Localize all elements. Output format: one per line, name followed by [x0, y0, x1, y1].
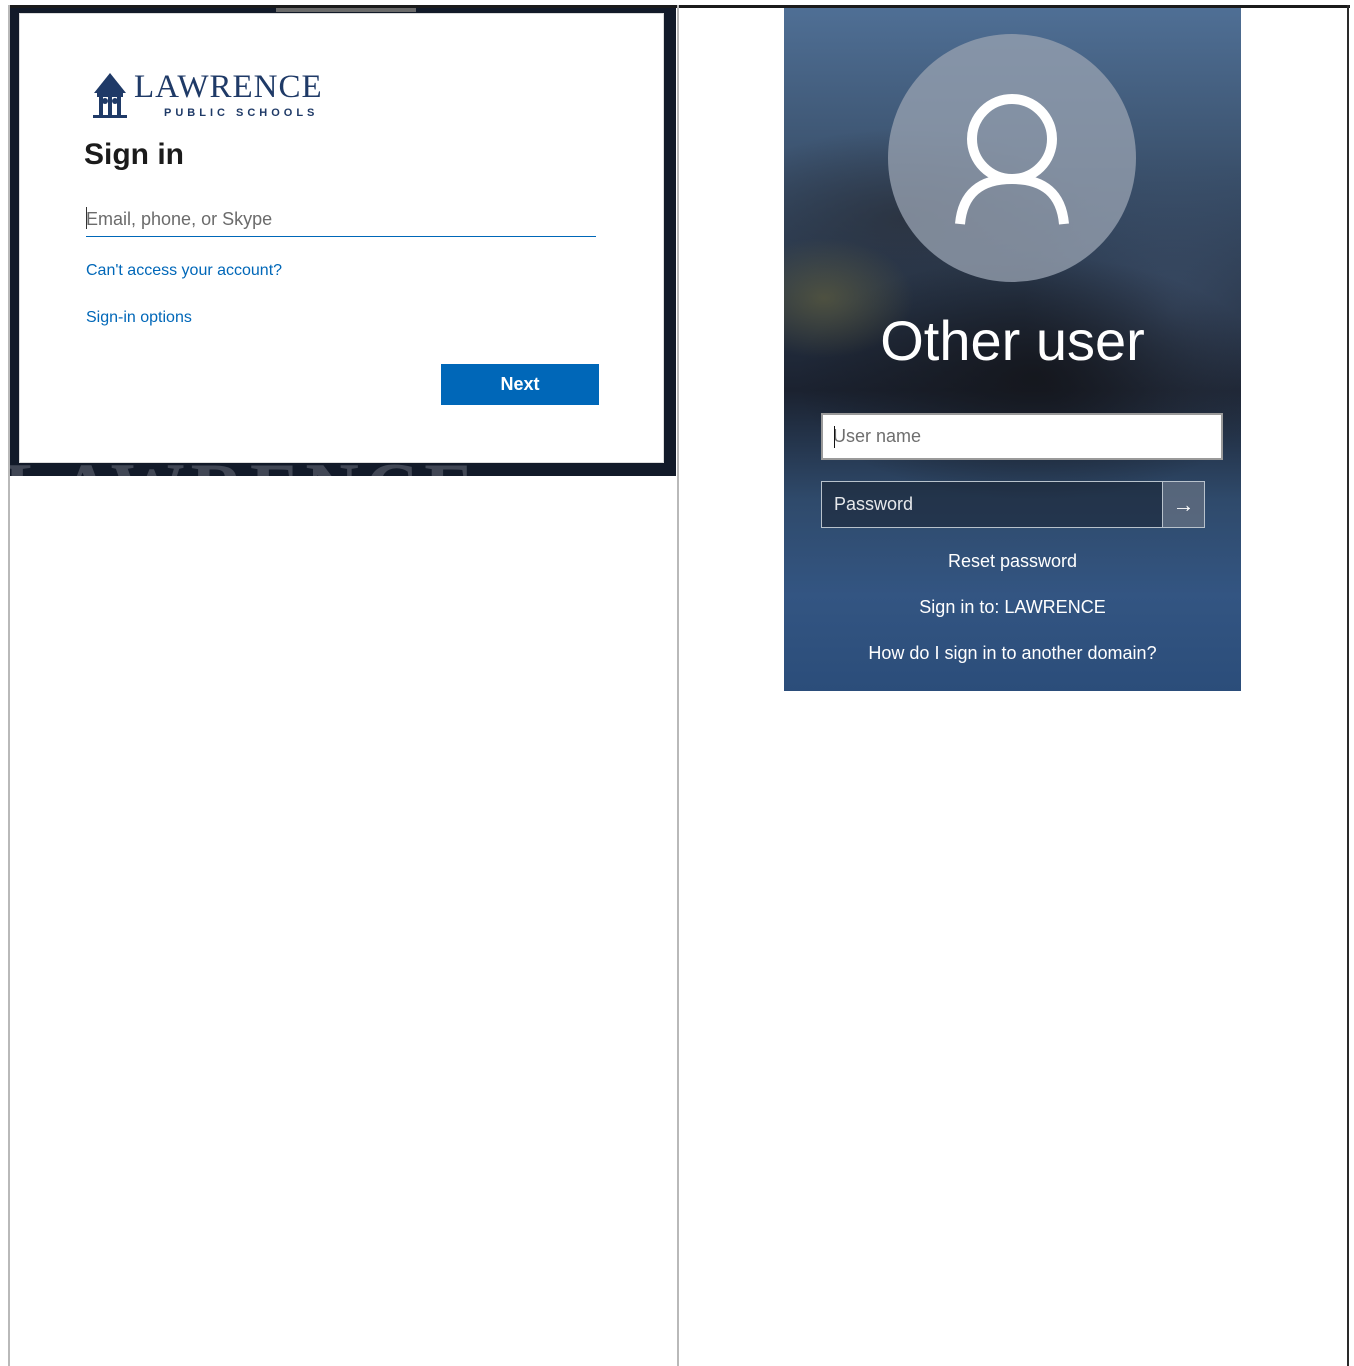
text-cursor: [834, 426, 835, 448]
logo-wordmark: LAWRENCE: [134, 69, 323, 105]
windows-login-panel: Other user → Reset password Sign in to: …: [784, 8, 1241, 691]
other-user-title: Other user: [880, 309, 1145, 372]
next-button[interactable]: Next: [441, 364, 599, 405]
table-middle-divider: [677, 5, 679, 1366]
signin-title: Sign in: [84, 138, 184, 171]
ms-signin-card: LAWRENCE PUBLIC SCHOOLS Sign in Can't ac…: [19, 13, 664, 463]
background-strip: [276, 8, 416, 12]
username-input[interactable]: [821, 413, 1223, 460]
logo-subtitle: PUBLIC SCHOOLS: [164, 107, 319, 119]
user-avatar: [888, 34, 1136, 282]
cant-access-account-link[interactable]: Can't access your account?: [86, 262, 282, 280]
lawrence-logo: LAWRENCE PUBLIC SCHOOLS: [90, 69, 350, 129]
signin-options-link[interactable]: Sign-in options: [86, 309, 192, 327]
password-input[interactable]: [822, 482, 1150, 527]
table-right-border: [1347, 5, 1349, 1366]
email-input[interactable]: [86, 202, 596, 237]
reset-password-link[interactable]: Reset password: [784, 551, 1241, 572]
text-cursor: [86, 207, 87, 229]
school-building-icon: [93, 73, 127, 118]
another-domain-link[interactable]: How do I sign in to another domain?: [784, 643, 1241, 664]
submit-button[interactable]: →: [1162, 482, 1204, 527]
arrow-right-icon: →: [1172, 491, 1195, 517]
password-field: →: [821, 481, 1205, 528]
user-silhouette-icon: [955, 94, 1069, 225]
sign-in-to-domain-text: Sign in to: LAWRENCE: [919, 597, 1106, 617]
